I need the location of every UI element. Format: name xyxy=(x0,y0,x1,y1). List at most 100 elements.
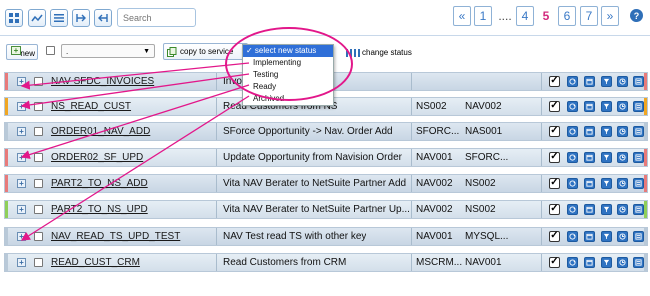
check-icon[interactable]: ✓ xyxy=(549,101,560,112)
table-row[interactable]: + PART2_TO_NS_ADD Vita NAV Berater to NetS… xyxy=(4,174,648,193)
expand-icon[interactable]: + xyxy=(17,77,26,86)
row-checkbox[interactable] xyxy=(34,153,43,162)
check-icon[interactable]: ✓ xyxy=(549,257,560,268)
filter-icon[interactable] xyxy=(601,101,612,112)
filter-icon[interactable] xyxy=(601,257,612,268)
page-6-button[interactable]: 6 xyxy=(558,6,576,26)
check-icon[interactable]: ✓ xyxy=(549,76,560,87)
refresh-icon[interactable] xyxy=(567,152,578,163)
status-option-implementing[interactable]: Implementing xyxy=(243,57,333,69)
refresh-icon[interactable] xyxy=(567,257,578,268)
calendar-icon[interactable] xyxy=(584,76,595,87)
table-row[interactable]: + ORDER02_SF_UPD Update Opportunity from N… xyxy=(4,148,648,167)
expand-icon[interactable]: + xyxy=(17,179,26,188)
clock-icon[interactable] xyxy=(617,257,628,268)
refresh-icon[interactable] xyxy=(567,178,578,189)
interface-name-link[interactable]: READ_CUST_CRM xyxy=(51,257,140,268)
filter-icon[interactable] xyxy=(601,231,612,242)
table-row[interactable]: + READ_CUST_CRM Read Customers from CRM MSC… xyxy=(4,253,648,272)
clock-icon[interactable] xyxy=(617,101,628,112)
shuffle-button[interactable] xyxy=(28,9,46,27)
log-icon[interactable] xyxy=(633,152,644,163)
last-page-button[interactable]: » xyxy=(601,6,619,26)
clock-icon[interactable] xyxy=(617,204,628,215)
interface-name-link[interactable]: NAV_READ_TS_UPD_TEST xyxy=(51,231,180,242)
row-checkbox[interactable] xyxy=(34,205,43,214)
clock-icon[interactable] xyxy=(617,76,628,87)
refresh-icon[interactable] xyxy=(567,76,578,87)
help-icon[interactable]: ? xyxy=(630,9,643,22)
log-icon[interactable] xyxy=(633,126,644,137)
filter-icon[interactable] xyxy=(601,152,612,163)
interface-name-link[interactable]: ORDER02_SF_UPD xyxy=(51,152,143,163)
page-1-button[interactable]: 1 xyxy=(474,6,492,26)
change-status-button[interactable]: change status xyxy=(346,45,412,60)
refresh-icon[interactable] xyxy=(567,126,578,137)
status-option-select[interactable]: ✓ select new status xyxy=(243,45,333,57)
refresh-icon[interactable] xyxy=(567,231,578,242)
clock-icon[interactable] xyxy=(617,126,628,137)
status-dropdown[interactable]: ✓ select new status Implementing Testing… xyxy=(242,44,334,106)
export-button[interactable] xyxy=(94,9,112,27)
clock-icon[interactable] xyxy=(617,152,628,163)
check-icon[interactable]: ✓ xyxy=(549,126,560,137)
table-row[interactable]: + NAV_READ_TS_UPD_TEST NAV Test read TS wi… xyxy=(4,227,648,246)
status-option-ready[interactable]: Ready xyxy=(243,81,333,93)
filter-icon[interactable] xyxy=(601,204,612,215)
page-4-button[interactable]: 4 xyxy=(516,6,534,26)
log-icon[interactable] xyxy=(633,257,644,268)
copy-to-service-button[interactable]: copy to service xyxy=(163,43,248,60)
calendar-icon[interactable] xyxy=(584,204,595,215)
clock-icon[interactable] xyxy=(617,231,628,242)
calendar-icon[interactable] xyxy=(584,257,595,268)
table-row[interactable]: + ORDER01_NAV_ADD SForce Opportunity -> Na… xyxy=(4,122,648,141)
interface-name-link[interactable]: PART2_TO_NS_ADD xyxy=(51,178,148,189)
columns-button[interactable] xyxy=(50,9,68,27)
expand-icon[interactable]: + xyxy=(17,127,26,136)
first-page-button[interactable]: « xyxy=(453,6,471,26)
select-all-checkbox[interactable] xyxy=(46,46,55,55)
page-7-button[interactable]: 7 xyxy=(580,6,598,26)
row-checkbox[interactable] xyxy=(34,258,43,267)
interface-name-link[interactable]: ORDER01_NAV_ADD xyxy=(51,126,150,137)
check-icon[interactable]: ✓ xyxy=(549,231,560,242)
log-icon[interactable] xyxy=(633,101,644,112)
interface-name-link[interactable]: NAV-SFDC_INVOICES xyxy=(51,76,154,87)
check-icon[interactable]: ✓ xyxy=(549,152,560,163)
expand-icon[interactable]: + xyxy=(17,153,26,162)
calendar-icon[interactable] xyxy=(584,231,595,242)
check-icon[interactable]: ✓ xyxy=(549,204,560,215)
check-icon[interactable]: ✓ xyxy=(549,178,560,189)
row-checkbox[interactable] xyxy=(34,232,43,241)
row-checkbox[interactable] xyxy=(34,179,43,188)
grid-view-button[interactable] xyxy=(5,9,23,27)
row-checkbox[interactable] xyxy=(34,102,43,111)
log-icon[interactable] xyxy=(633,231,644,242)
filter-icon[interactable] xyxy=(601,178,612,189)
status-option-archived[interactable]: Archived xyxy=(243,93,333,105)
table-row[interactable]: + PART2_TO_NS_UPD Vita NAV Berater to NetS… xyxy=(4,200,648,219)
row-checkbox[interactable] xyxy=(34,77,43,86)
status-option-testing[interactable]: Testing xyxy=(243,69,333,81)
log-icon[interactable] xyxy=(633,204,644,215)
expand-icon[interactable]: + xyxy=(17,102,26,111)
new-button[interactable]: + new xyxy=(6,44,38,60)
interface-name-link[interactable]: NS_READ_CUST xyxy=(51,101,131,112)
refresh-icon[interactable] xyxy=(567,101,578,112)
filter-icon[interactable] xyxy=(601,126,612,137)
import-button[interactable] xyxy=(72,9,90,27)
calendar-icon[interactable] xyxy=(584,152,595,163)
expand-icon[interactable]: + xyxy=(17,232,26,241)
refresh-icon[interactable] xyxy=(567,204,578,215)
service-select[interactable]: . ▼ xyxy=(61,44,155,58)
expand-icon[interactable]: + xyxy=(17,258,26,267)
search-input[interactable] xyxy=(117,8,196,27)
expand-icon[interactable]: + xyxy=(17,205,26,214)
log-icon[interactable] xyxy=(633,76,644,87)
interface-name-link[interactable]: PART2_TO_NS_UPD xyxy=(51,204,148,215)
row-checkbox[interactable] xyxy=(34,127,43,136)
filter-icon[interactable] xyxy=(601,76,612,87)
calendar-icon[interactable] xyxy=(584,178,595,189)
clock-icon[interactable] xyxy=(617,178,628,189)
log-icon[interactable] xyxy=(633,178,644,189)
